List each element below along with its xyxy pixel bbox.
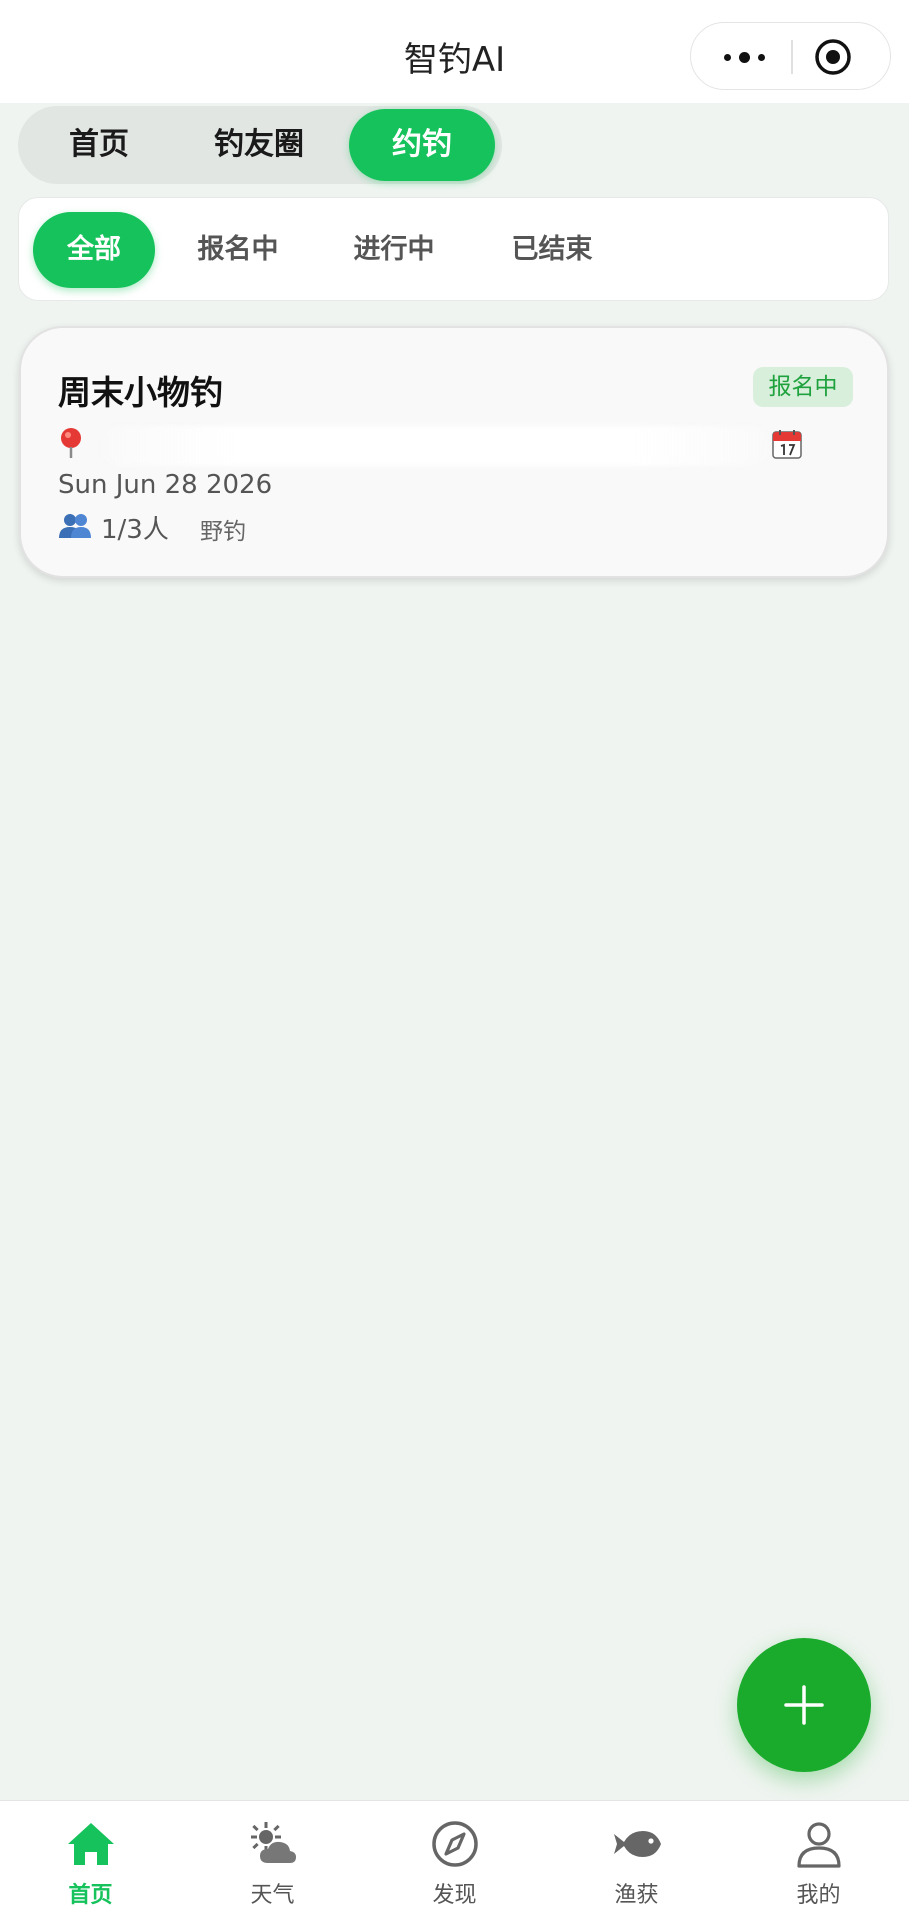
location-pin-icon [61, 428, 81, 458]
status-filter-bar: 全部 报名中 进行中 已结束 [18, 197, 889, 301]
bottom-tab-label: 我的 [796, 1883, 841, 1908]
weather-icon [251, 1822, 296, 1863]
calendar-icon [772, 430, 802, 459]
compass-icon [432, 1821, 478, 1867]
bottom-tab-label: 渔获 [614, 1883, 659, 1908]
bottom-tab-label: 发现 [432, 1883, 477, 1908]
plus-icon [784, 1685, 824, 1725]
event-title: 周末小物钓 [58, 373, 223, 412]
filter-all[interactable]: 全部 [33, 212, 155, 288]
bottom-tab-label: 首页 [68, 1883, 113, 1908]
capsule-divider [791, 40, 793, 74]
participant-count: 1/3人 [101, 515, 169, 545]
main-tab-bar: 首页 钓友圈 约钓 [18, 106, 502, 184]
create-event-button[interactable] [737, 1638, 871, 1772]
home-icon [68, 1823, 114, 1865]
bottom-tab-discover[interactable]: 发现 [364, 1801, 545, 1920]
location-redaction [101, 426, 769, 466]
bottom-tab-home[interactable]: 首页 [0, 1801, 181, 1920]
event-card[interactable]: 周末小物钓 报名中 Sun Jun 28 2026 1/3人 野钓 [19, 326, 889, 578]
app-header: 智钓AI [0, 0, 909, 103]
filter-ended[interactable]: 已结束 [491, 212, 613, 288]
tab-angler-circle[interactable]: 钓友圈 [180, 109, 338, 181]
status-badge: 报名中 [753, 367, 853, 407]
bottom-tab-catch[interactable]: 渔获 [546, 1801, 727, 1920]
bottom-tab-bar: 首页 天气 发现 渔获 我的 [0, 1800, 909, 1920]
bottom-tab-weather[interactable]: 天气 [182, 1801, 363, 1920]
target-close-icon[interactable] [813, 37, 853, 77]
tab-home[interactable]: 首页 [34, 109, 164, 181]
people-icon [59, 514, 91, 538]
more-dots-icon[interactable] [719, 41, 769, 73]
tab-fishing-meetup[interactable]: 约钓 [349, 109, 495, 181]
filter-registering[interactable]: 报名中 [177, 212, 299, 288]
bottom-tab-label: 天气 [250, 1883, 295, 1908]
profile-icon [797, 1822, 841, 1868]
fishing-type: 野钓 [200, 519, 246, 545]
filter-in-progress[interactable]: 进行中 [333, 212, 455, 288]
fish-icon [614, 1831, 661, 1857]
bottom-tab-profile[interactable]: 我的 [728, 1801, 909, 1920]
event-date: Sun Jun 28 2026 [58, 470, 273, 500]
mini-program-capsule [690, 22, 891, 90]
